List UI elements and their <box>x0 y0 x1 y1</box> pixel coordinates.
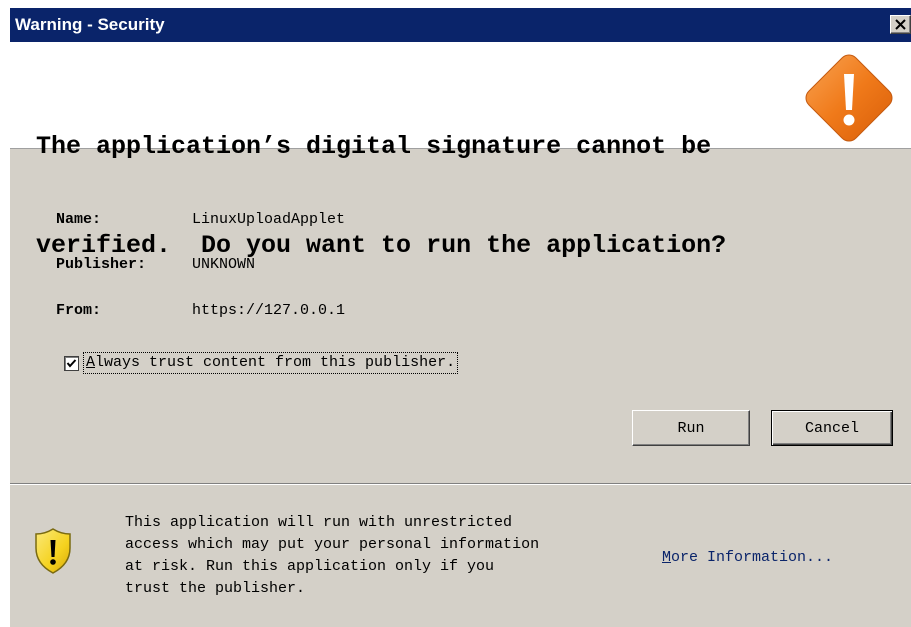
footer-divider <box>10 483 911 485</box>
always-trust-access-key: A <box>86 354 96 371</box>
more-information-text: ore Information... <box>671 549 834 566</box>
title-bar[interactable]: Warning - Security <box>10 8 911 42</box>
window-title: Warning - Security <box>15 15 165 34</box>
always-trust-option[interactable]: Always trust content from this publisher… <box>64 351 459 375</box>
cancel-button[interactable]: Cancel <box>771 410 893 446</box>
risk-message-line: at risk. Run this application only if yo… <box>125 558 495 575</box>
risk-message-line: This application will run with unrestric… <box>125 514 513 531</box>
more-information-access-key: M <box>662 549 672 566</box>
checkmark-icon <box>66 358 77 368</box>
risk-footer: This application will run with unrestric… <box>10 486 911 627</box>
run-button[interactable]: Run <box>632 410 750 446</box>
warning-header: The application’s digital signature cann… <box>10 42 911 260</box>
always-trust-checkbox[interactable] <box>64 355 79 371</box>
warning-diamond-icon <box>805 54 893 142</box>
name-label: Name: <box>56 211 102 228</box>
security-warning-dialog: Warning - Security The application’s dig… <box>9 8 911 627</box>
risk-message-line: trust the publisher. <box>125 580 306 597</box>
name-value: LinuxUploadApplet <box>192 211 346 228</box>
from-value: https://127.0.0.1 <box>192 302 346 319</box>
publisher-label: Publisher: <box>56 256 147 273</box>
publisher-value: UNKNOWN <box>192 256 256 273</box>
always-trust-label[interactable]: Always trust content from this publisher… <box>83 352 459 374</box>
warning-shield-icon <box>35 528 71 574</box>
risk-message-line: access which may put your personal infor… <box>125 536 540 553</box>
application-details: Name: LinuxUploadApplet Publisher: UNKNO… <box>10 149 911 479</box>
from-label: From: <box>56 302 102 319</box>
close-icon <box>895 19 906 30</box>
always-trust-label-text: lways trust content from this publisher. <box>95 354 456 371</box>
risk-message: This application will run with unrestric… <box>125 512 645 600</box>
close-button[interactable] <box>890 15 911 34</box>
more-information-link[interactable]: More Information... <box>662 549 833 566</box>
